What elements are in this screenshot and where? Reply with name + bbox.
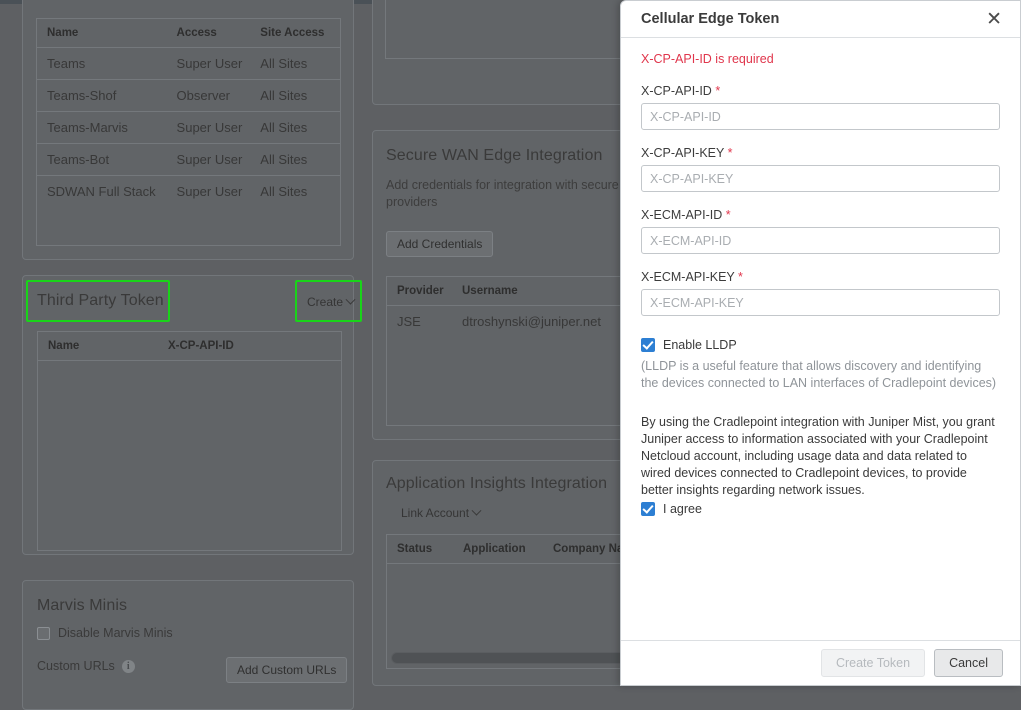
cell-site-access: All Sites bbox=[250, 184, 340, 199]
field-x-cp-api-id: X-CP-API-ID * bbox=[641, 84, 1000, 130]
chevron-down-icon bbox=[472, 506, 482, 516]
col-xcpapiid: X-CP-API-ID bbox=[158, 340, 308, 352]
col-provider: Provider bbox=[387, 285, 452, 297]
i-agree-label: I agree bbox=[663, 502, 702, 516]
create-token-dropdown[interactable]: Create bbox=[307, 295, 354, 309]
table-row[interactable]: SDWAN Full Stack Super User All Sites bbox=[37, 176, 340, 207]
admins-table-header: Name Access Site Access bbox=[37, 19, 340, 48]
admins-panel: Name Access Site Access Teams Super User… bbox=[22, 0, 354, 260]
add-custom-urls-button[interactable]: Add Custom URLs bbox=[226, 657, 347, 683]
enable-lldp-label: Enable LLDP bbox=[663, 338, 737, 352]
table-row[interactable]: Teams-Bot Super User All Sites bbox=[37, 144, 340, 176]
field-x-cp-api-key: X-CP-API-KEY * bbox=[641, 146, 1000, 192]
validation-error-message: X-CP-API-ID is required bbox=[641, 52, 1000, 66]
cell-site-access: All Sites bbox=[250, 88, 340, 103]
col-name: Name bbox=[38, 340, 158, 352]
field-x-ecm-api-key: X-ECM-API-KEY * bbox=[641, 270, 1000, 316]
required-asterisk: * bbox=[738, 270, 743, 284]
cellular-edge-token-dialog: Cellular Edge Token ✕ X-CP-API-ID is req… bbox=[620, 0, 1021, 686]
cell-access: Super User bbox=[167, 120, 251, 135]
cell-name: SDWAN Full Stack bbox=[37, 184, 167, 199]
app-insights-title: Application Insights Integration bbox=[386, 475, 607, 493]
cell-name: Teams-Marvis bbox=[37, 120, 167, 135]
cell-site-access: All Sites bbox=[250, 152, 340, 167]
label-x-ecm-api-id: X-ECM-API-ID * bbox=[641, 208, 1000, 222]
required-asterisk: * bbox=[715, 84, 720, 98]
label-text: X-CP-API-KEY bbox=[641, 146, 724, 160]
admins-table: Name Access Site Access Teams Super User… bbox=[36, 18, 341, 246]
agree-row[interactable]: I agree bbox=[641, 502, 1000, 516]
cell-access: Super User bbox=[167, 152, 251, 167]
i-agree-checkbox[interactable] bbox=[641, 502, 655, 516]
chevron-down-icon bbox=[346, 295, 356, 305]
cell-site-access: All Sites bbox=[250, 120, 340, 135]
required-asterisk: * bbox=[726, 208, 731, 222]
cell-name: Teams bbox=[37, 56, 167, 71]
cancel-button[interactable]: Cancel bbox=[934, 649, 1003, 677]
col-name: Name bbox=[37, 27, 167, 39]
dialog-body: X-CP-API-ID is required X-CP-API-ID * X-… bbox=[621, 38, 1020, 640]
cell-provider: JSE bbox=[387, 314, 452, 329]
custom-urls-row: Custom URLs i bbox=[37, 659, 135, 673]
dialog-header: Cellular Edge Token ✕ bbox=[621, 1, 1020, 38]
label-text: X-ECM-API-KEY bbox=[641, 270, 735, 284]
label-text: X-ECM-API-ID bbox=[641, 208, 722, 222]
x-cp-api-id-input[interactable] bbox=[641, 103, 1000, 130]
link-account-dropdown[interactable]: Link Account bbox=[401, 506, 480, 520]
x-ecm-api-id-input[interactable] bbox=[641, 227, 1000, 254]
create-token-label: Create bbox=[307, 295, 343, 309]
col-status: Status bbox=[387, 543, 453, 555]
enable-lldp-checkbox[interactable] bbox=[641, 338, 655, 352]
label-x-cp-api-id: X-CP-API-ID * bbox=[641, 84, 1000, 98]
cell-name: Teams-Shof bbox=[37, 88, 167, 103]
third-party-token-table: Name X-CP-API-ID bbox=[37, 331, 342, 551]
col-site-access: Site Access bbox=[250, 27, 340, 39]
x-cp-api-key-input[interactable] bbox=[641, 165, 1000, 192]
disable-marvis-minis-label: Disable Marvis Minis bbox=[58, 626, 173, 640]
disable-marvis-minis-row[interactable]: Disable Marvis Minis bbox=[37, 626, 173, 640]
marvis-minis-panel: Marvis Minis Disable Marvis Minis Custom… bbox=[22, 580, 354, 710]
dialog-footer: Create Token Cancel bbox=[621, 640, 1020, 685]
cell-name: Teams-Bot bbox=[37, 152, 167, 167]
info-icon[interactable]: i bbox=[122, 660, 135, 673]
table-row[interactable]: Teams Super User All Sites bbox=[37, 48, 340, 80]
disable-marvis-minis-checkbox[interactable] bbox=[37, 627, 50, 640]
third-party-token-panel: Third Party Token Create Name X-CP-API-I… bbox=[22, 275, 354, 555]
create-token-button[interactable]: Create Token bbox=[821, 649, 925, 677]
third-party-token-table-header: Name X-CP-API-ID bbox=[38, 332, 341, 361]
lldp-helper-text: (LLDP is a useful feature that allows di… bbox=[641, 358, 1000, 392]
cell-access: Super User bbox=[167, 184, 251, 199]
cell-access: Observer bbox=[167, 88, 251, 103]
x-ecm-api-key-input[interactable] bbox=[641, 289, 1000, 316]
secure-wan-description: Add credentials for integration with sec… bbox=[386, 177, 636, 211]
custom-urls-label: Custom URLs bbox=[37, 659, 115, 673]
label-x-ecm-api-key: X-ECM-API-KEY * bbox=[641, 270, 1000, 284]
label-x-cp-api-key: X-CP-API-KEY * bbox=[641, 146, 1000, 160]
cell-site-access: All Sites bbox=[250, 56, 340, 71]
label-text: X-CP-API-ID bbox=[641, 84, 712, 98]
link-account-label: Link Account bbox=[401, 506, 469, 520]
secure-wan-title: Secure WAN Edge Integration bbox=[386, 147, 602, 165]
field-x-ecm-api-id: X-ECM-API-ID * bbox=[641, 208, 1000, 254]
col-application: Application bbox=[453, 543, 543, 555]
col-access: Access bbox=[167, 27, 251, 39]
table-row[interactable]: Teams-Shof Observer All Sites bbox=[37, 80, 340, 112]
marvis-minis-title: Marvis Minis bbox=[37, 597, 127, 615]
close-icon[interactable]: ✕ bbox=[982, 8, 1006, 31]
enable-lldp-row[interactable]: Enable LLDP bbox=[641, 338, 1000, 352]
scrollbar-thumb[interactable] bbox=[392, 653, 653, 663]
dialog-title: Cellular Edge Token bbox=[641, 11, 982, 27]
table-row[interactable]: Teams-Marvis Super User All Sites bbox=[37, 112, 340, 144]
cell-access: Super User bbox=[167, 56, 251, 71]
required-asterisk: * bbox=[728, 146, 733, 160]
consent-text: By using the Cradlepoint integration wit… bbox=[641, 414, 1000, 499]
add-credentials-button[interactable]: Add Credentials bbox=[386, 231, 493, 257]
page-title: Third Party Token bbox=[37, 292, 164, 310]
